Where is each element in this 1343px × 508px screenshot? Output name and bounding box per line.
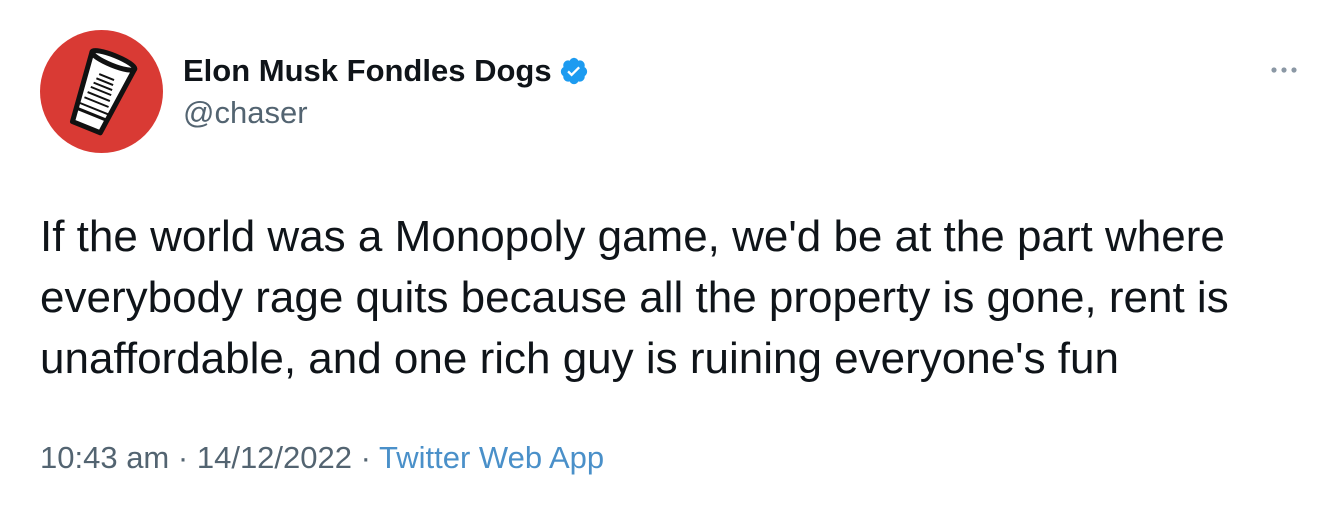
author-handle[interactable]: @chaser bbox=[183, 95, 308, 131]
more-options-icon bbox=[1271, 67, 1297, 73]
meta-separator: · bbox=[360, 440, 371, 475]
tweet-card: Elon Musk Fondles Dogs @chaser If the wo… bbox=[0, 0, 1343, 508]
author-display-name: Elon Musk Fondles Dogs bbox=[183, 53, 552, 88]
tweet-date[interactable]: 14/12/2022 bbox=[197, 440, 352, 475]
more-options-button[interactable] bbox=[1266, 58, 1302, 82]
tweet-source-link[interactable]: Twitter Web App bbox=[379, 440, 604, 475]
verified-badge-icon bbox=[560, 57, 587, 85]
tweet-text: If the world was a Monopoly game, we'd b… bbox=[40, 212, 1229, 383]
author-name[interactable]: Elon Musk Fondles Dogs bbox=[183, 53, 589, 89]
tweet-time[interactable]: 10:43 am bbox=[40, 440, 169, 475]
meta-separator: · bbox=[177, 440, 189, 475]
tweet-meta: 10:43 am · 14/12/2022 · Twitter Web App bbox=[40, 440, 604, 476]
plastic-cup-icon bbox=[69, 48, 138, 136]
avatar[interactable] bbox=[40, 30, 163, 153]
